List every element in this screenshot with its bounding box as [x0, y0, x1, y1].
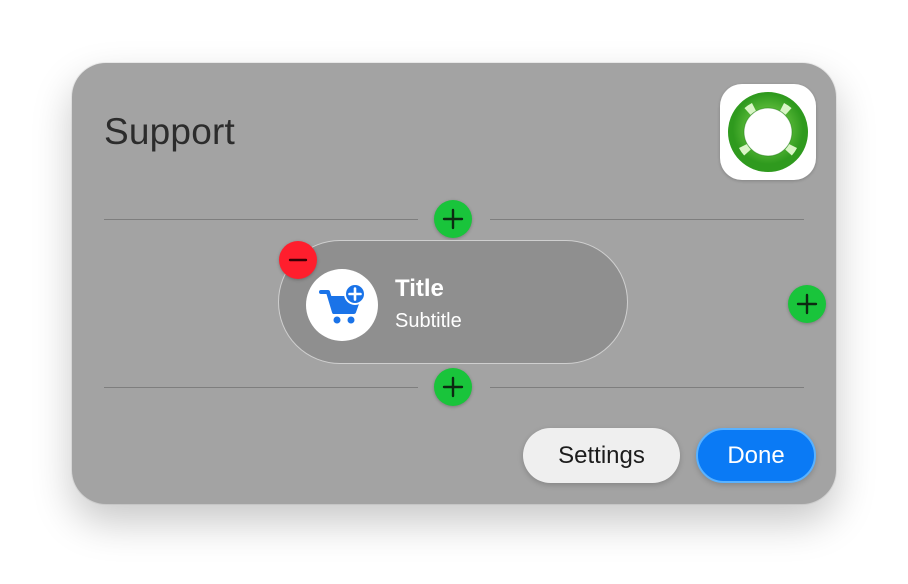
add-widget-right-button[interactable] — [788, 285, 826, 323]
minus-icon — [288, 258, 308, 262]
divider-top-left — [104, 219, 418, 220]
divider-top-right — [490, 219, 804, 220]
cart-add-icon — [319, 283, 366, 324]
plus-icon — [442, 376, 464, 398]
add-widget-below-button[interactable] — [434, 368, 472, 406]
plus-icon — [442, 208, 464, 230]
panel-title: Support — [104, 111, 235, 152]
add-widget-above-button[interactable] — [434, 200, 472, 238]
plus-icon — [796, 293, 818, 315]
widget-icon — [306, 269, 378, 341]
widget-subtitle: Subtitle — [395, 310, 462, 332]
widget-item[interactable]: Title Subtitle — [278, 240, 628, 364]
app-icon — [720, 84, 816, 180]
divider-bottom-right — [490, 387, 804, 388]
widget-edit-panel: Support Title Subtitle Settings Done — [72, 63, 836, 504]
settings-button[interactable]: Settings — [523, 428, 680, 483]
remove-widget-button[interactable] — [279, 241, 317, 279]
widget-title: Title — [395, 275, 444, 302]
done-button[interactable]: Done — [696, 428, 816, 483]
divider-bottom-left — [104, 387, 418, 388]
lifebuoy-icon — [728, 92, 808, 172]
